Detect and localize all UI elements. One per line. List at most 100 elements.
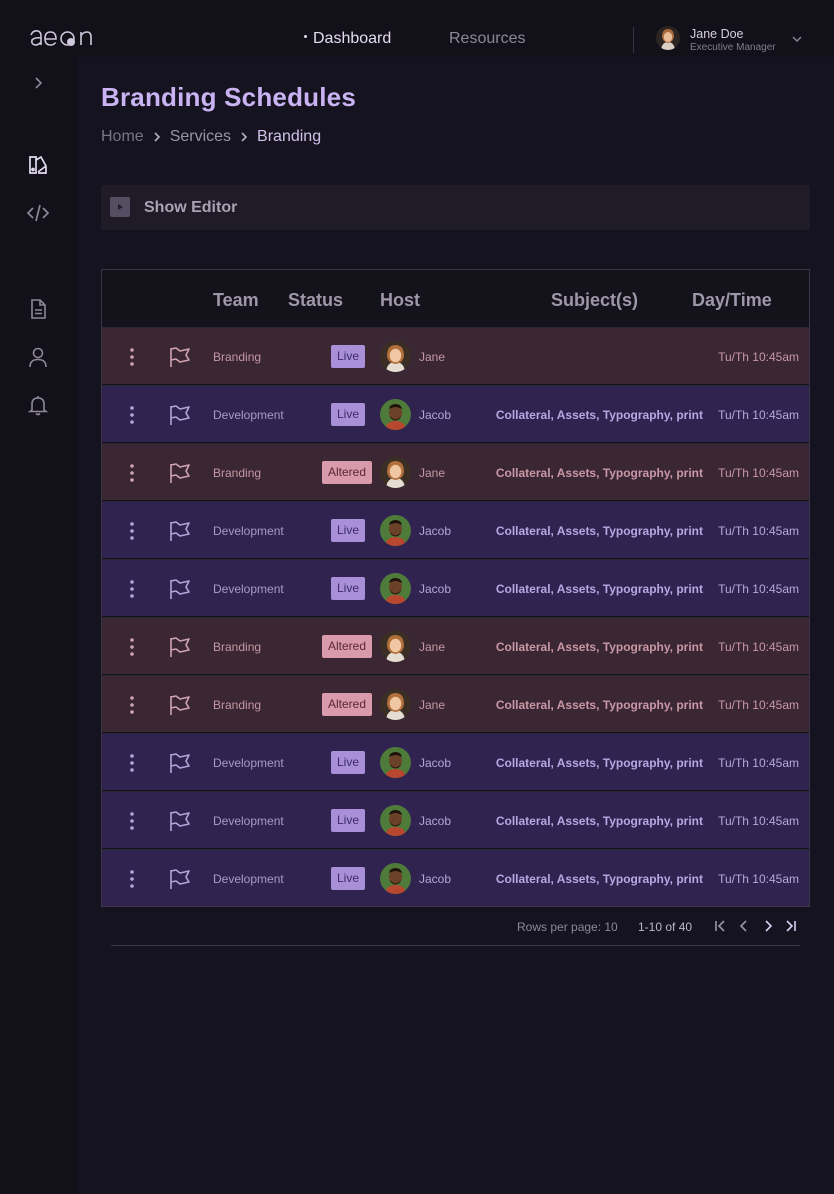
- status-badge: Altered: [322, 635, 373, 658]
- daytime-cell: Tu/Th 10:45am: [718, 350, 799, 364]
- daytime-cell: Tu/Th 10:45am: [718, 814, 799, 828]
- user-role: Executive Manager: [690, 42, 776, 53]
- user-icon[interactable]: [26, 345, 50, 369]
- team-cell: Branding: [213, 350, 262, 364]
- breadcrumb-services[interactable]: Services: [170, 128, 231, 146]
- host-name: Jacob: [419, 524, 452, 538]
- user-name[interactable]: Jane Doe: [690, 27, 744, 41]
- daytime-cell: Tu/Th 10:45am: [718, 466, 799, 480]
- status-badge: Live: [331, 867, 366, 890]
- show-editor-toggle[interactable]: Show Editor: [101, 185, 810, 230]
- flag-icon[interactable]: [168, 751, 192, 775]
- header-daytime[interactable]: Day/Time: [692, 290, 772, 311]
- document-icon[interactable]: [26, 297, 50, 321]
- header-status[interactable]: Status: [288, 290, 343, 311]
- subjects-cell: Collateral, Assets, Typography, print: [495, 524, 703, 538]
- table-row[interactable]: Development Live Jacob Collateral, Assets, …: [102, 791, 809, 848]
- host-name: Jane: [419, 640, 446, 654]
- flag-icon[interactable]: [168, 809, 192, 833]
- chevron-right-icon: [237, 130, 251, 144]
- subjects-cell: Collateral, Assets, Typography, print: [495, 408, 703, 422]
- status-badge: Live: [331, 809, 366, 832]
- user-avatar[interactable]: [656, 26, 680, 50]
- more-options-icon[interactable]: [125, 694, 139, 716]
- status-badge: Live: [331, 577, 366, 600]
- host-name: Jacob: [419, 408, 452, 422]
- table-row[interactable]: Development Live Jacob Collateral, Assets, …: [102, 385, 809, 442]
- host-avatar: [380, 631, 411, 662]
- chevron-right-icon[interactable]: [26, 71, 50, 95]
- daytime-cell: Tu/Th 10:45am: [718, 524, 799, 538]
- more-options-icon[interactable]: [125, 578, 139, 600]
- more-options-icon[interactable]: [125, 346, 139, 368]
- table-header: Team Status Host Subject(s) Day/Time: [102, 270, 809, 327]
- host-name: Jane: [419, 350, 446, 364]
- show-editor-label[interactable]: Show Editor: [144, 199, 237, 217]
- flag-icon[interactable]: [168, 345, 192, 369]
- table-row[interactable]: Branding Live Jane Tu/Th 10:45am: [102, 327, 809, 384]
- status-badge: Live: [331, 345, 366, 368]
- bell-icon[interactable]: [26, 393, 50, 417]
- nav-resources[interactable]: Resources: [449, 30, 525, 48]
- team-cell: Branding: [213, 640, 262, 654]
- host-name: Jane: [419, 698, 446, 712]
- next-page-icon[interactable]: [760, 918, 776, 934]
- more-options-icon[interactable]: [125, 520, 139, 542]
- host-avatar: [380, 689, 411, 720]
- daytime-cell: Tu/Th 10:45am: [718, 698, 799, 712]
- last-page-icon[interactable]: [783, 918, 799, 934]
- flag-icon[interactable]: [168, 693, 192, 717]
- code-icon[interactable]: [26, 201, 50, 225]
- chevron-right-icon: [150, 130, 164, 144]
- subjects-cell: Collateral, Assets, Typography, print: [495, 640, 703, 654]
- table-row[interactable]: Branding Altered Jane Collateral, Assets, T…: [102, 675, 809, 732]
- table-row[interactable]: Development Live Jacob Collateral, Assets, …: [102, 733, 809, 790]
- subjects-cell: Collateral, Assets, Typography, print: [495, 698, 703, 712]
- daytime-cell: Tu/Th 10:45am: [718, 640, 799, 654]
- daytime-cell: Tu/Th 10:45am: [718, 872, 799, 886]
- sidebar: [0, 57, 77, 1194]
- table-row[interactable]: Branding Altered Jane Collateral, Assets, T…: [102, 617, 809, 674]
- palette-icon[interactable]: [26, 153, 50, 177]
- header-team[interactable]: Team: [213, 290, 259, 311]
- aeon-logo[interactable]: [29, 25, 93, 47]
- flag-icon[interactable]: [168, 867, 192, 891]
- flag-icon[interactable]: [168, 635, 192, 659]
- chevron-down-icon[interactable]: [790, 32, 804, 46]
- status-badge: Live: [331, 519, 366, 542]
- rows-per-page[interactable]: Rows per page: 10: [517, 920, 618, 934]
- team-cell: Development: [213, 582, 284, 596]
- flag-icon[interactable]: [168, 461, 192, 485]
- subjects-cell: Collateral, Assets, Typography, print: [495, 756, 703, 770]
- table-row[interactable]: Development Live Jacob Collateral, Assets, …: [102, 849, 809, 906]
- team-cell: Branding: [213, 466, 262, 480]
- flag-icon[interactable]: [168, 403, 192, 427]
- header-host[interactable]: Host: [380, 290, 420, 311]
- host-avatar: [380, 863, 411, 894]
- first-page-icon[interactable]: [712, 918, 728, 934]
- prev-page-icon[interactable]: [736, 918, 752, 934]
- active-dot: [304, 35, 307, 39]
- more-options-icon[interactable]: [125, 404, 139, 426]
- header-subjects[interactable]: Subject(s): [551, 290, 638, 311]
- host-avatar: [380, 805, 411, 836]
- host-avatar: [380, 515, 411, 546]
- host-name: Jacob: [419, 814, 452, 828]
- table-row[interactable]: Development Live Jacob Collateral, Assets, …: [102, 501, 809, 558]
- table-row[interactable]: Development Live Jacob Collateral, Assets, …: [102, 559, 809, 616]
- more-options-icon[interactable]: [125, 636, 139, 658]
- breadcrumb-home[interactable]: Home: [101, 128, 144, 146]
- nav-dashboard[interactable]: Dashboard: [304, 30, 391, 48]
- more-options-icon[interactable]: [125, 810, 139, 832]
- nav-dashboard-label: Dashboard: [313, 30, 392, 47]
- more-options-icon[interactable]: [125, 752, 139, 774]
- flag-icon[interactable]: [168, 519, 192, 543]
- more-options-icon[interactable]: [125, 868, 139, 890]
- more-options-icon[interactable]: [125, 462, 139, 484]
- host-avatar: [380, 747, 411, 778]
- status-badge: Altered: [322, 461, 373, 484]
- play-icon[interactable]: [110, 197, 130, 217]
- table-row[interactable]: Branding Altered Jane Collateral, Assets, T…: [102, 443, 809, 500]
- schedule-table: Team Status Host Subject(s) Day/Time Bra…: [101, 269, 810, 907]
- flag-icon[interactable]: [168, 577, 192, 601]
